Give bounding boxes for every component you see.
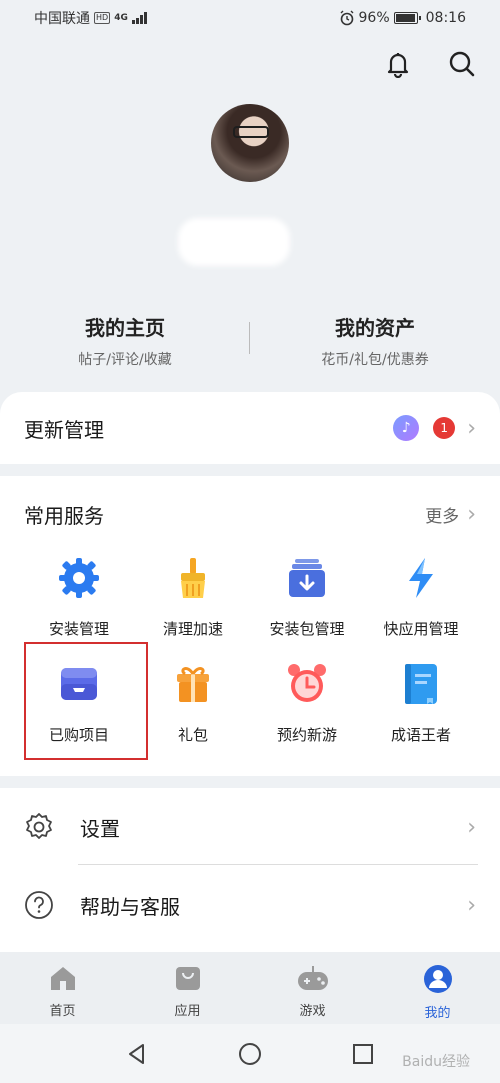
help-row[interactable]: 帮助与客服 › [0, 866, 500, 944]
service-label: 预约新游 [276, 726, 337, 744]
chevron-right-icon: › [467, 814, 476, 840]
help-icon [24, 890, 54, 920]
service-gift-pack[interactable]: 礼包 [136, 662, 250, 745]
search-icon[interactable] [448, 50, 476, 78]
update-management-row[interactable]: 更新管理 ♪ 1 › [0, 392, 500, 464]
nav-label: 我的 [424, 1006, 451, 1021]
clock: 08:16 [425, 10, 466, 26]
service-idiom-king[interactable]: 成语王者 [364, 662, 478, 745]
home-icon [50, 967, 75, 990]
recents-icon[interactable] [351, 1042, 375, 1066]
chevron-right-icon: › [467, 501, 476, 527]
gift-icon [171, 662, 215, 706]
carrier-label: 中国联通 [34, 11, 90, 27]
alarm-clock-icon [285, 662, 329, 706]
book-icon [399, 662, 443, 706]
settings-icon [24, 812, 54, 842]
service-label: 清理加速 [162, 620, 223, 638]
service-label: 成语王者 [390, 726, 451, 744]
status-bar: 中国联通 HD 4G 96% 08:16 [0, 0, 500, 36]
avatar[interactable] [211, 104, 289, 182]
battery-icon [393, 12, 421, 24]
help-label: 帮助与客服 [80, 894, 180, 919]
service-package-manager[interactable]: 安装包管理 [250, 556, 364, 639]
profile-divider [249, 322, 250, 354]
chevron-right-icon: › [467, 892, 476, 918]
services-more-link[interactable]: 更多 [425, 502, 459, 527]
service-label: 快应用管理 [383, 620, 459, 638]
back-icon[interactable] [125, 1042, 149, 1066]
my-homepage-sub: 帖子/评论/收藏 [78, 352, 172, 368]
my-assets-link[interactable]: 我的资产 花币/礼包/优惠券 [250, 312, 500, 369]
watermark: Baidu经验 [402, 1054, 470, 1070]
my-assets-title: 我的资产 [335, 316, 415, 340]
network-label: 4G [114, 13, 128, 23]
nav-mine[interactable]: 我的 [375, 952, 500, 1024]
settings-row[interactable]: 设置 › [0, 788, 500, 866]
nav-label: 应用 [174, 1004, 201, 1019]
settings-card: 设置 › 帮助与客服 › [0, 788, 500, 952]
nav-apps[interactable]: 应用 [125, 952, 250, 1024]
settings-label: 设置 [80, 816, 120, 841]
nav-home[interactable]: 首页 [0, 952, 125, 1024]
gamepad-icon [297, 966, 328, 990]
service-label: 安装包管理 [269, 620, 345, 638]
bell-icon[interactable] [384, 50, 412, 79]
battery-percent: 96% [358, 10, 390, 26]
service-reserve-new-games[interactable]: 预约新游 [250, 662, 364, 745]
chevron-right-icon: › [467, 415, 476, 441]
music-app-icon: ♪ [393, 415, 420, 441]
package-download-icon [285, 556, 329, 600]
update-count-badge: 1 [433, 417, 456, 439]
username-blurred [178, 218, 290, 266]
hd-badge: HD [94, 12, 111, 24]
service-install-manager[interactable]: 安装管理 [22, 556, 136, 639]
alarm-icon [340, 10, 354, 26]
bottom-nav: 首页 应用 游戏 我的 [0, 952, 500, 1024]
nav-label: 游戏 [299, 1004, 326, 1019]
update-management-label: 更新管理 [24, 417, 104, 442]
service-quick-app-manager[interactable]: 快应用管理 [364, 556, 478, 639]
service-label: 礼包 [177, 726, 208, 744]
shopping-bag-icon [175, 967, 200, 990]
nav-label: 首页 [49, 1004, 76, 1019]
broom-icon [171, 556, 215, 600]
signal-icon [131, 12, 147, 24]
services-title: 常用服务 [24, 503, 104, 528]
highlight-box [24, 642, 148, 760]
service-clean-speedup[interactable]: 清理加速 [136, 556, 250, 639]
my-homepage-title: 我的主页 [85, 316, 165, 340]
service-label: 安装管理 [48, 620, 109, 638]
my-homepage-link[interactable]: 我的主页 帖子/评论/收藏 [0, 312, 250, 369]
user-icon [423, 965, 452, 993]
my-assets-sub: 花币/礼包/优惠券 [321, 352, 429, 368]
nav-games[interactable]: 游戏 [250, 952, 375, 1024]
home-circle-icon[interactable] [238, 1042, 262, 1066]
lightning-icon [399, 556, 443, 600]
gear-icon [57, 556, 101, 600]
